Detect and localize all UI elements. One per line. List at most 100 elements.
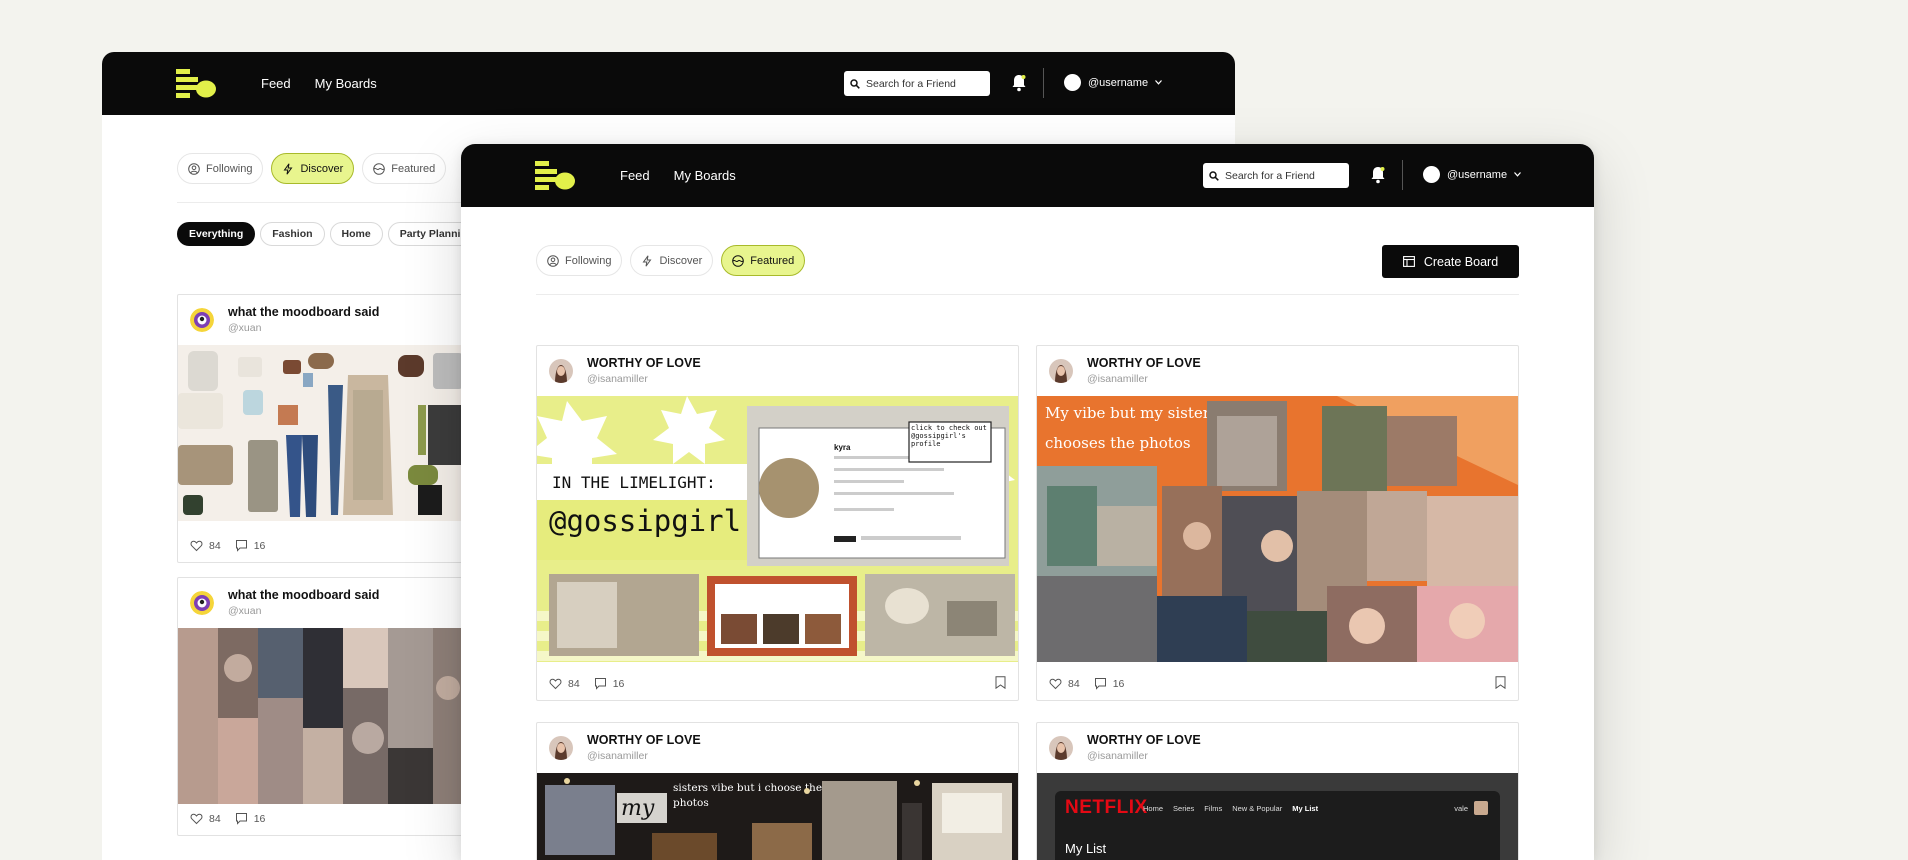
- card-title[interactable]: WORTHY OF LOVE: [587, 356, 701, 370]
- user-menu[interactable]: @username: [1064, 74, 1163, 91]
- nav-feed[interactable]: Feed: [261, 76, 291, 91]
- user-menu[interactable]: @username: [1423, 166, 1522, 183]
- tab-label: Following: [206, 162, 253, 175]
- chip-everything[interactable]: Everything: [177, 222, 256, 246]
- board-card[interactable]: what the moodboard said @xuan 84 16: [177, 294, 477, 563]
- create-board-label: Create Board: [1423, 254, 1499, 269]
- board-preview-image[interactable]: [178, 345, 476, 521]
- card-handle[interactable]: @isanamiller: [587, 373, 648, 385]
- like-count: 84: [209, 539, 221, 552]
- search-input[interactable]: Search for a Friend: [1203, 163, 1349, 188]
- board-card[interactable]: what the moodboard said @xuan 84 16: [177, 577, 477, 836]
- card-title[interactable]: WORTHY OF LOVE: [587, 733, 701, 747]
- app-logo[interactable]: [176, 69, 216, 98]
- comment-count: 16: [612, 677, 625, 690]
- category-chips: Everything Fashion Home Party Planning: [177, 222, 486, 246]
- netflix-nav-my-list: My List: [1292, 804, 1319, 813]
- tabs-divider: [536, 294, 1519, 295]
- nav-feed[interactable]: Feed: [620, 168, 650, 183]
- app-logo[interactable]: [535, 161, 575, 190]
- like-count: 84: [209, 812, 221, 825]
- heart-icon[interactable]: [190, 539, 203, 552]
- card-handle[interactable]: @xuan: [228, 605, 261, 617]
- chip-home[interactable]: Home: [329, 222, 383, 246]
- search-input[interactable]: Search for a Friend: [844, 71, 990, 96]
- comment-icon[interactable]: [594, 677, 607, 690]
- card-title[interactable]: what the moodboard said: [228, 305, 379, 319]
- card-handle[interactable]: @isanamiller: [587, 750, 648, 762]
- tab-featured[interactable]: Featured: [721, 245, 806, 276]
- bookmark-icon[interactable]: [995, 676, 1006, 689]
- tab-featured[interactable]: Featured: [362, 153, 447, 184]
- comment-icon[interactable]: [1094, 677, 1107, 690]
- tab-discover[interactable]: Discover: [271, 153, 355, 184]
- board-preview-image[interactable]: IN THE LIMELIGHT: @gossipgirl kyra click…: [537, 396, 1018, 662]
- nav-my-boards[interactable]: My Boards: [315, 76, 377, 91]
- feed-tabs: Following Discover Featured: [177, 153, 447, 184]
- board-card[interactable]: WORTHY OF LOVE @isanamiller My vibe but …: [1036, 345, 1519, 701]
- profile-callout: click to check out @gossipgirl's profile: [911, 424, 987, 448]
- card-handle[interactable]: @isanamiller: [1087, 750, 1148, 762]
- collage-word: my: [621, 796, 655, 821]
- create-board-button[interactable]: Create Board: [1382, 245, 1519, 278]
- card-handle[interactable]: @xuan: [228, 322, 261, 334]
- nav-divider: [1043, 68, 1044, 98]
- avatar: [1064, 74, 1081, 91]
- bell-icon[interactable]: [1011, 74, 1027, 92]
- avatar[interactable]: [190, 591, 214, 615]
- nav-my-boards[interactable]: My Boards: [674, 168, 736, 183]
- heart-icon[interactable]: [1049, 677, 1062, 690]
- tab-label: Featured: [750, 254, 795, 267]
- globe-icon: [732, 254, 745, 267]
- netflix-logo: NETFLIX: [1065, 797, 1148, 818]
- heart-icon[interactable]: [549, 677, 562, 690]
- card-header: WORTHY OF LOVE @isanamiller: [1037, 723, 1518, 773]
- limelight-heading: IN THE LIMELIGHT:: [552, 473, 716, 492]
- netflix-nav-series: Series: [1173, 804, 1195, 813]
- netflix-nav: Home Series Films New & Popular My List: [1143, 804, 1318, 813]
- card-header: WORTHY OF LOVE @isanamiller: [1037, 346, 1518, 396]
- card-title[interactable]: WORTHY OF LOVE: [1087, 733, 1201, 747]
- board-preview-image[interactable]: NETFLIX Home Series Films New & Popular …: [1037, 773, 1518, 860]
- avatar[interactable]: [549, 736, 573, 760]
- collage-caption: sisters vibe but i choose the photos: [673, 782, 823, 809]
- search-icon: [850, 78, 860, 89]
- avatar[interactable]: [190, 308, 214, 332]
- tab-discover[interactable]: Discover: [630, 245, 714, 276]
- profile-name: kyra: [834, 443, 851, 452]
- board-card[interactable]: WORTHY OF LOVE @isanamiller NETFLIX Home…: [1036, 722, 1519, 860]
- board-card[interactable]: WORTHY OF LOVE @isanamiller IN THE LIMEL…: [536, 345, 1019, 701]
- chevron-down-icon: [1155, 80, 1163, 85]
- avatar[interactable]: [1049, 736, 1073, 760]
- netflix-nav-films: Films: [1204, 804, 1223, 813]
- card-header: WORTHY OF LOVE @isanamiller: [537, 346, 1018, 396]
- user-circle-icon: [188, 162, 200, 175]
- avatar[interactable]: [1049, 359, 1073, 383]
- card-title[interactable]: WORTHY OF LOVE: [1087, 356, 1201, 370]
- board-preview-image[interactable]: [178, 628, 476, 804]
- limelight-collage: IN THE LIMELIGHT: @gossipgirl kyra click…: [537, 396, 1018, 662]
- board-preview-image[interactable]: my sisters vibe but i choose the photos: [537, 773, 1018, 860]
- card-handle[interactable]: @isanamiller: [1087, 373, 1148, 385]
- main-nav: Feed My Boards: [620, 144, 736, 207]
- netflix-profile-name: vale: [1454, 803, 1468, 813]
- comment-icon[interactable]: [235, 539, 248, 552]
- card-title[interactable]: what the moodboard said: [228, 588, 379, 602]
- chip-fashion[interactable]: Fashion: [260, 222, 325, 246]
- comment-icon[interactable]: [235, 812, 248, 825]
- board-add-icon: [1402, 256, 1415, 267]
- netflix-nav-new-popular: New & Popular: [1232, 804, 1283, 813]
- bookmark-icon[interactable]: [1495, 676, 1506, 689]
- fashion-photo-collage: [178, 628, 476, 804]
- search-icon: [1209, 170, 1219, 181]
- heart-icon[interactable]: [190, 812, 203, 825]
- board-preview-image[interactable]: My vibe but my sister chooses the photos: [1037, 396, 1518, 662]
- avatar[interactable]: [549, 359, 573, 383]
- card-stats: 84 16: [190, 812, 265, 825]
- bell-icon[interactable]: [1370, 166, 1386, 184]
- board-card[interactable]: WORTHY OF LOVE @isanamiller my sisters v…: [536, 722, 1019, 860]
- nav-divider: [1402, 160, 1403, 190]
- main-nav: Feed My Boards: [261, 52, 377, 115]
- tab-following[interactable]: Following: [536, 245, 623, 276]
- tab-following[interactable]: Following: [177, 153, 264, 184]
